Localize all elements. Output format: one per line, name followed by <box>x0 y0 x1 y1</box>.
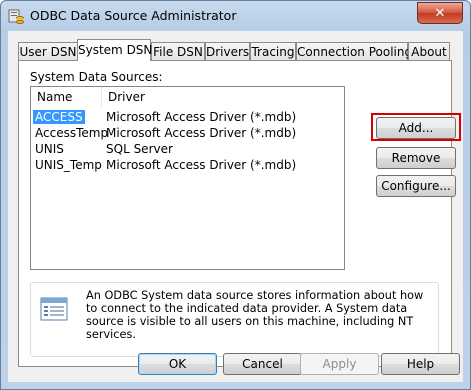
info-description: An ODBC System data source stores inform… <box>86 289 424 341</box>
list-item-driver: Microsoft Access Driver (*.mdb) <box>106 110 297 124</box>
list-item-driver: Microsoft Access Driver (*.mdb) <box>106 158 297 172</box>
list-item[interactable]: AccessTemp Microsoft Access Driver (*.md… <box>31 125 344 141</box>
cancel-button[interactable]: Cancel <box>223 353 302 375</box>
dialog-client-area: User DSN System DSN File DSN Drivers Tra… <box>8 31 463 382</box>
column-header-name[interactable]: Name <box>37 90 72 104</box>
column-divider[interactable] <box>101 87 102 107</box>
list-item[interactable]: ACCESS Microsoft Access Driver (*.mdb) <box>31 109 344 125</box>
data-sources-list[interactable]: Name Driver ACCESS Microsoft Access Driv… <box>30 86 345 270</box>
system-dsn-panel: System Data Sources: Name Driver ACCESS … <box>18 60 461 367</box>
ok-button[interactable]: OK <box>138 353 217 375</box>
list-item[interactable]: UNIS_Temp Microsoft Access Driver (*.mdb… <box>31 157 344 173</box>
list-item-name: UNIS_Temp <box>35 158 102 172</box>
column-header-driver[interactable]: Driver <box>108 90 145 104</box>
tab-about[interactable]: About <box>408 42 450 60</box>
dialog-window: ODBC Data Source Administrator ✕ User DS… <box>0 0 471 390</box>
info-box: An ODBC System data source stores inform… <box>30 282 439 357</box>
close-icon: ✕ <box>434 5 446 21</box>
list-item-name: ACCESS <box>33 109 85 125</box>
apply-button[interactable]: Apply <box>300 353 379 375</box>
title-bar[interactable]: ODBC Data Source Administrator ✕ <box>1 1 470 31</box>
tab-drivers[interactable]: Drivers <box>205 42 250 60</box>
list-item[interactable]: UNIS SQL Server <box>31 141 344 157</box>
list-header: Name Driver <box>31 87 344 107</box>
tab-system-dsn[interactable]: System DSN <box>77 39 152 61</box>
selected-item-name: ACCESS <box>33 110 85 124</box>
configure-button[interactable]: Configure... <box>376 175 456 197</box>
window-title: ODBC Data Source Administrator <box>30 8 237 23</box>
odbc-app-icon <box>8 9 24 24</box>
tab-tracing[interactable]: Tracing <box>250 42 296 60</box>
list-item-driver: Microsoft Access Driver (*.mdb) <box>106 126 297 140</box>
list-item-driver: SQL Server <box>106 142 173 156</box>
close-button[interactable]: ✕ <box>417 2 463 24</box>
list-item-name: UNIS <box>35 142 64 156</box>
list-item-name: AccessTemp <box>35 126 109 140</box>
remove-button[interactable]: Remove <box>376 147 456 169</box>
tab-file-dsn[interactable]: File DSN <box>151 42 205 60</box>
help-button[interactable]: Help <box>381 353 460 375</box>
data-source-info-icon <box>40 297 68 321</box>
add-button[interactable]: Add... <box>376 117 456 139</box>
tab-user-dsn[interactable]: User DSN <box>18 42 78 60</box>
system-data-sources-label: System Data Sources: <box>30 70 163 84</box>
tab-connection-pooling[interactable]: Connection Pooling <box>296 42 412 60</box>
